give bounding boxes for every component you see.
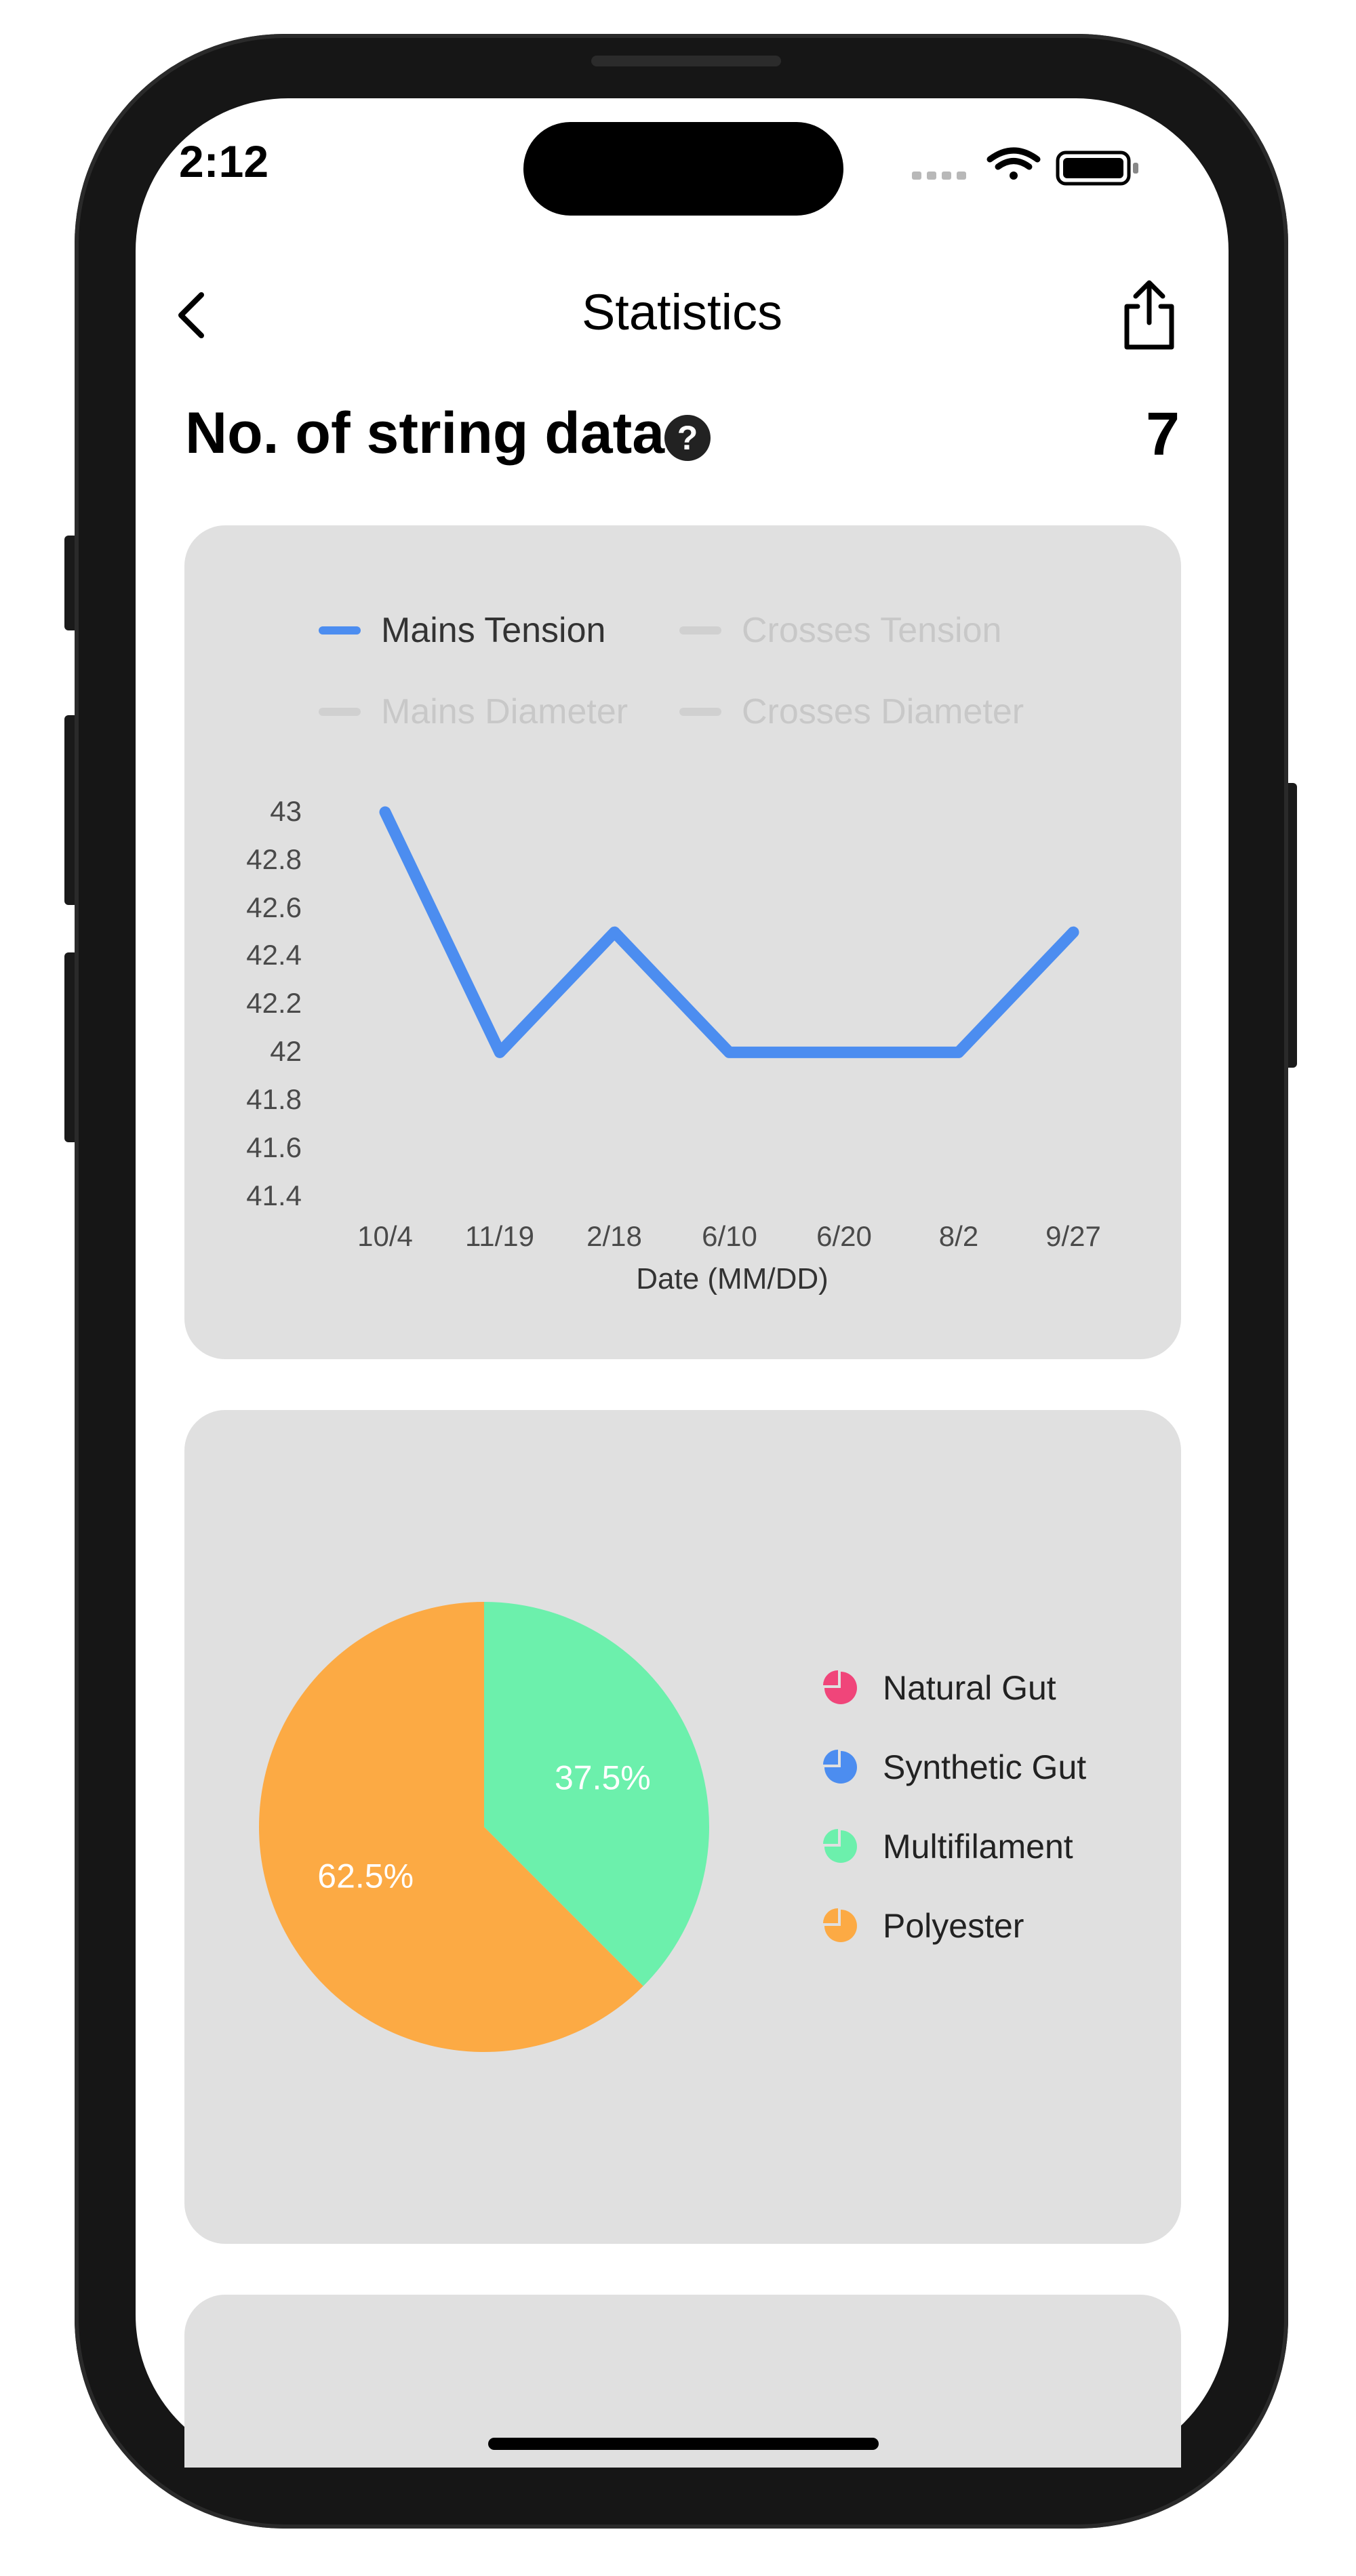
pie-legend-label: Polyester bbox=[883, 1907, 1024, 1945]
pie-legend-item-multifilament[interactable]: Multifilament bbox=[822, 1823, 1073, 1870]
pie-legend-icon bbox=[823, 1908, 857, 1942]
pie-chart: 37.5% 62.5% bbox=[258, 1602, 709, 2053]
pie-slice-label: 62.5% bbox=[317, 1857, 414, 1895]
pie-legend-label: Multifilament bbox=[883, 1828, 1073, 1866]
pie-legend-label: Synthetic Gut bbox=[883, 1748, 1087, 1786]
pie-legend-item-synthetic-gut[interactable]: Synthetic Gut bbox=[822, 1744, 1086, 1791]
pie-legend-icon bbox=[823, 1829, 857, 1863]
phone-mockup: 2:12 Statistics No. of string data ? 7 M… bbox=[0, 0, 1356, 2576]
pie-legend-icon bbox=[823, 1750, 857, 1784]
pie-legend-icon bbox=[823, 1670, 857, 1704]
pie-legend-label: Natural Gut bbox=[883, 1669, 1056, 1707]
pie-legend-item-polyester[interactable]: Polyester bbox=[822, 1902, 1024, 1950]
pie-legend-item-natural-gut[interactable]: Natural Gut bbox=[822, 1664, 1056, 1712]
pie-slice-label: 37.5% bbox=[555, 1759, 651, 1797]
home-indicator[interactable] bbox=[488, 2438, 879, 2450]
